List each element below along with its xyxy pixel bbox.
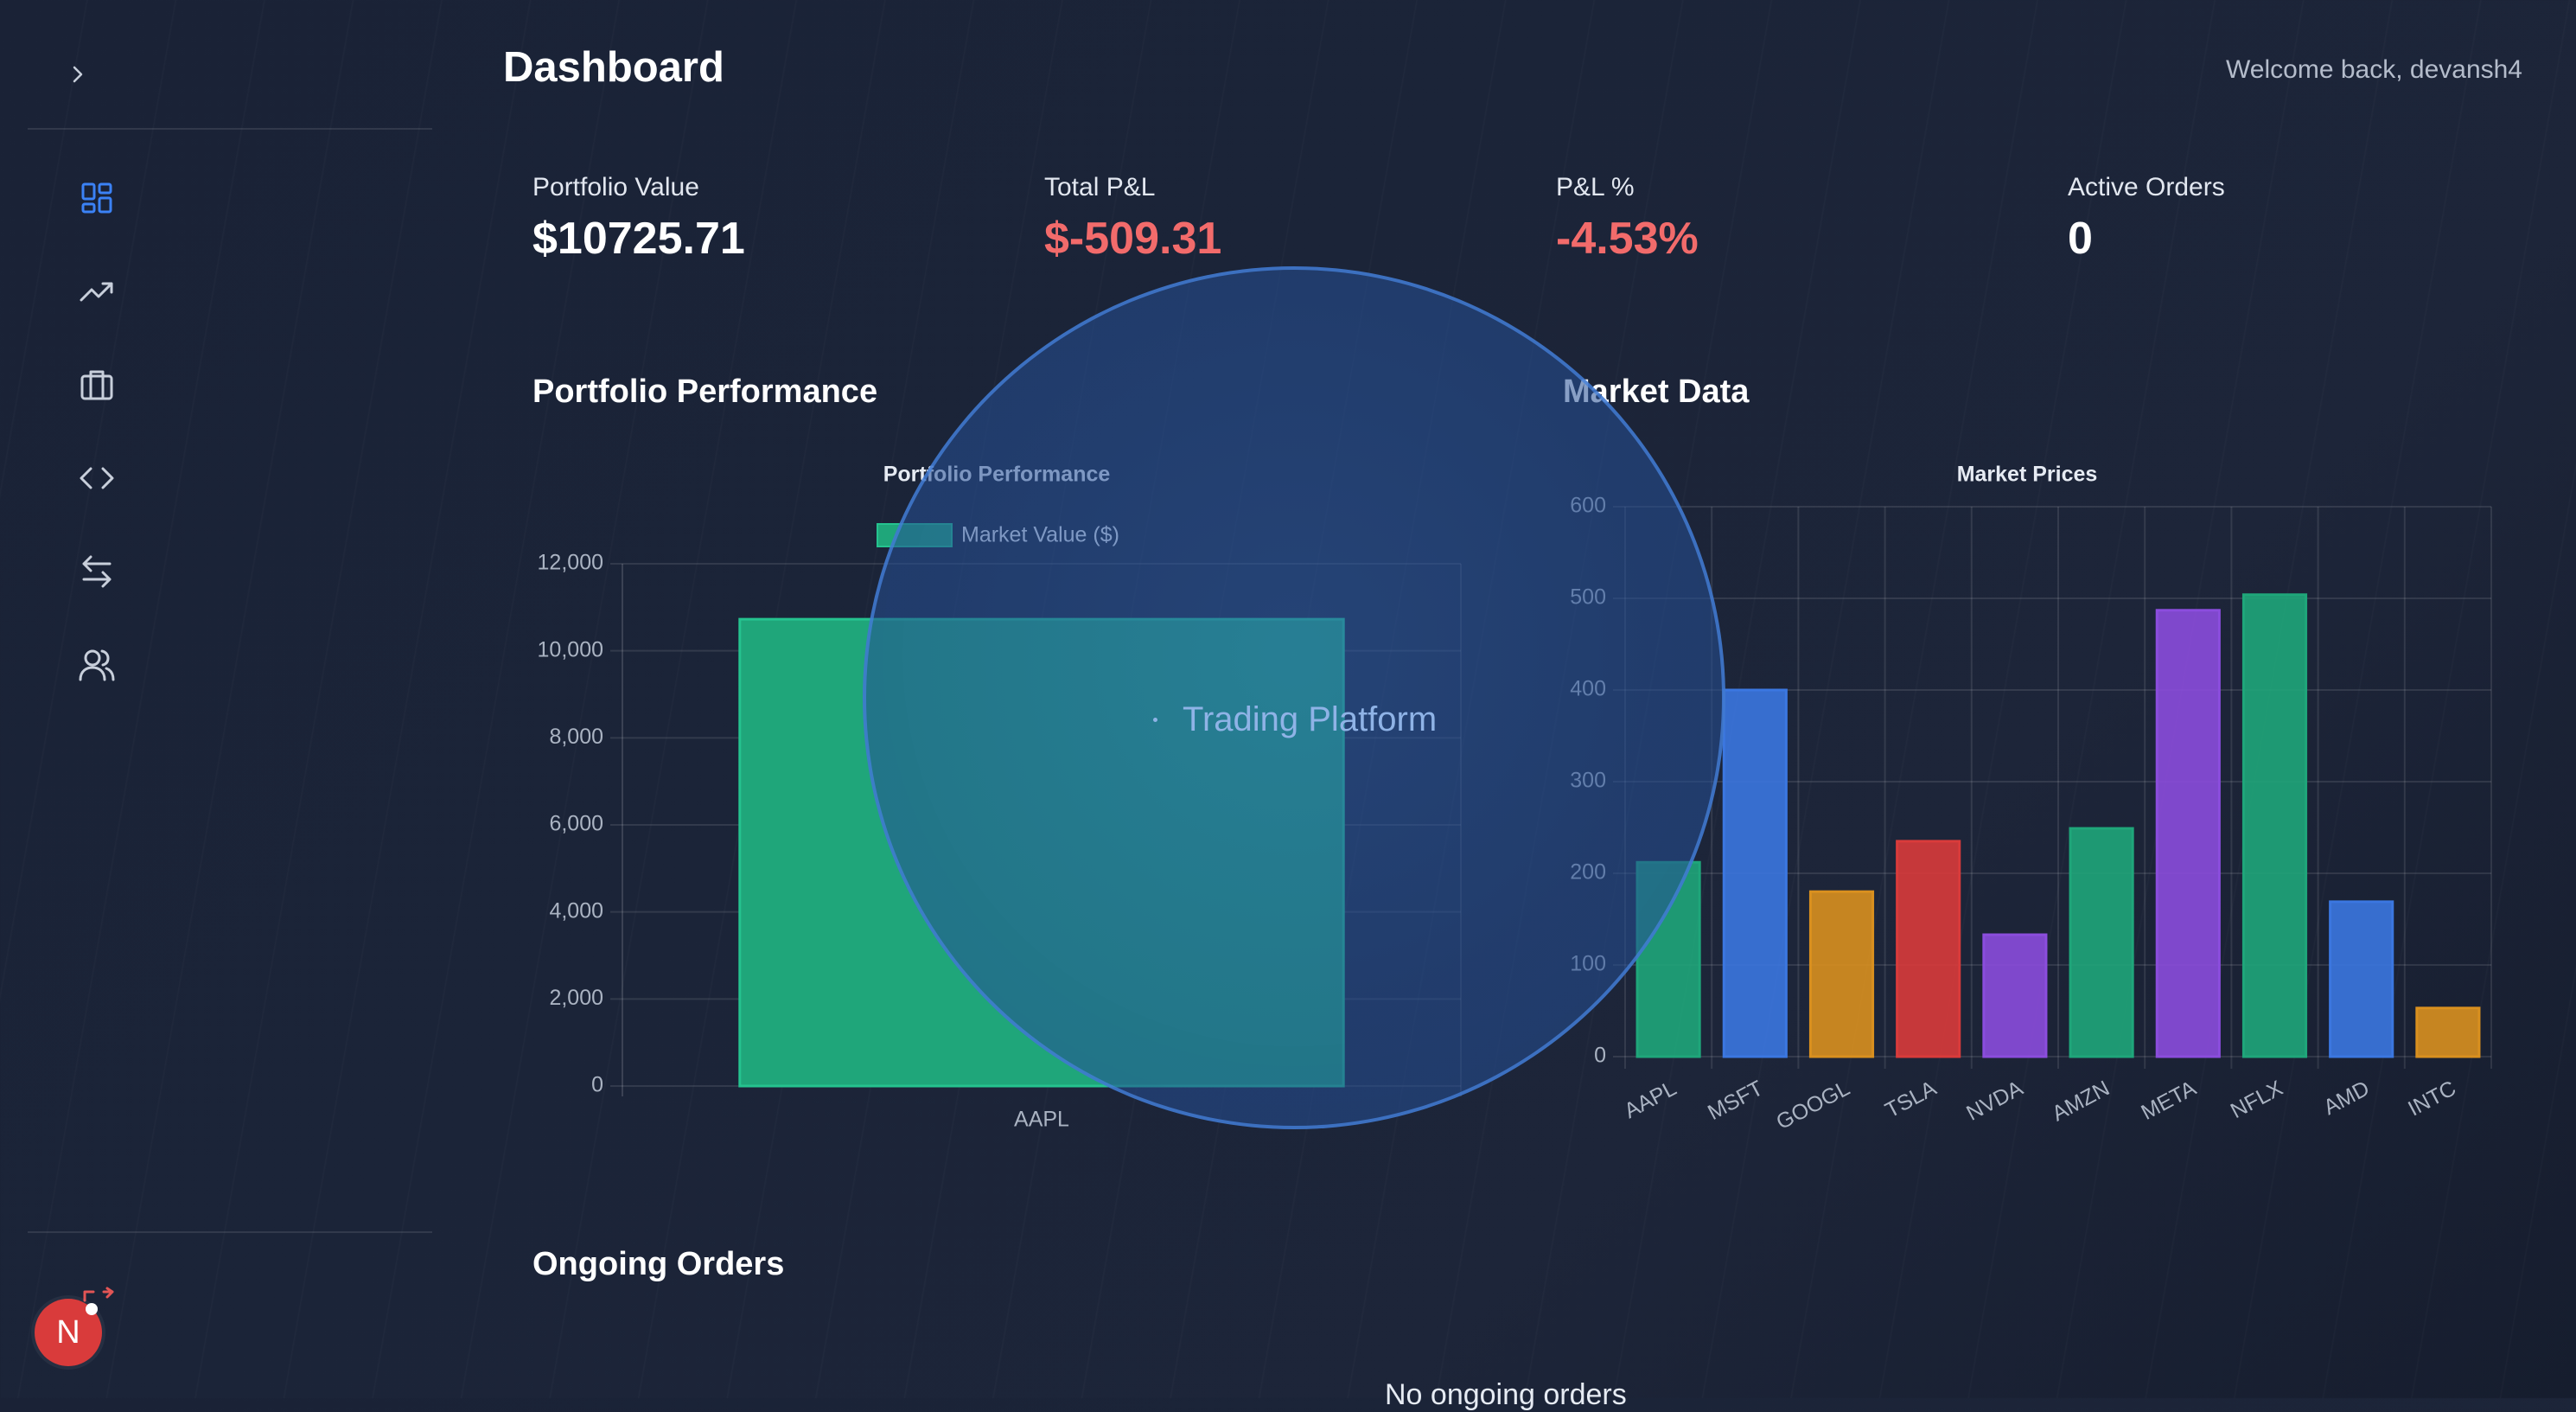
x-tick-label: AAPL bbox=[1620, 1076, 1680, 1123]
ongoing-orders-title: Ongoing Orders bbox=[532, 1246, 785, 1282]
portfolio-performance-title: Portfolio Performance bbox=[532, 374, 878, 410]
stat-value: $-509.31 bbox=[1044, 214, 1222, 264]
bar bbox=[2155, 609, 2221, 1058]
y-tick-label: 500 bbox=[1570, 585, 1606, 610]
chart-title: Market Prices bbox=[1957, 463, 2098, 487]
sidebar-item-portfolio[interactable] bbox=[69, 357, 124, 412]
stat-label: Total P&L bbox=[1044, 173, 1156, 201]
stat-label: Active Orders bbox=[2068, 173, 2225, 201]
sidebar-toggle-button[interactable] bbox=[61, 57, 95, 92]
chevron-right-icon bbox=[73, 66, 83, 83]
sidebar-item-transfer[interactable] bbox=[69, 544, 124, 599]
x-tick-label: AAPL bbox=[1014, 1108, 1069, 1132]
stat-value: 0 bbox=[2068, 214, 2093, 264]
bar bbox=[1722, 688, 1788, 1058]
y-tick-label: 6,000 bbox=[549, 812, 603, 836]
bar bbox=[1982, 933, 2048, 1058]
chart-title: Portfolio Performance bbox=[883, 463, 1111, 487]
bar bbox=[2329, 900, 2394, 1058]
bar bbox=[2415, 1006, 2481, 1058]
users-icon bbox=[79, 649, 115, 681]
legend-label: Market Value ($) bbox=[961, 523, 1119, 547]
code-icon bbox=[80, 467, 114, 489]
sidebar-divider-top bbox=[28, 128, 432, 130]
y-tick-label: 2,000 bbox=[549, 986, 603, 1010]
y-tick-label: 400 bbox=[1570, 677, 1606, 701]
y-tick-label: 100 bbox=[1570, 952, 1606, 976]
y-tick-label: 10,000 bbox=[538, 637, 603, 661]
y-tick-label: 300 bbox=[1570, 769, 1606, 793]
y-tick-label: 12,000 bbox=[538, 551, 603, 575]
stat-total-pnl: Total P&L $-509.31 bbox=[1044, 173, 1221, 265]
trending-up-icon bbox=[80, 282, 113, 302]
sidebar-item-trending[interactable] bbox=[69, 264, 124, 319]
y-tick-label: 0 bbox=[591, 1073, 603, 1097]
x-tick-label: GOOGL bbox=[1772, 1076, 1853, 1134]
stat-value: -4.53% bbox=[1556, 214, 1699, 264]
stat-label: Portfolio Value bbox=[532, 173, 699, 201]
x-tick-label: NVDA bbox=[1962, 1076, 2027, 1125]
stat-value: $10725.71 bbox=[532, 214, 745, 264]
bar bbox=[738, 617, 1345, 1088]
page-title: Dashboard bbox=[503, 44, 724, 91]
y-tick-label: 200 bbox=[1570, 860, 1606, 885]
stat-label: P&L % bbox=[1556, 173, 1635, 201]
dashboard-icon bbox=[81, 182, 112, 214]
x-tick-label: META bbox=[2137, 1076, 2200, 1125]
sidebar-item-users[interactable] bbox=[69, 637, 124, 693]
welcome-message: Welcome back, devansh4 bbox=[2226, 55, 2522, 84]
stat-portfolio-value: Portfolio Value $10725.71 bbox=[532, 173, 745, 265]
bar bbox=[2069, 827, 2134, 1058]
sidebar-item-dashboard[interactable] bbox=[69, 170, 124, 226]
avatar-initial: N bbox=[56, 1313, 80, 1351]
y-tick-label: 600 bbox=[1570, 494, 1606, 518]
overlay-label: Trading Platform bbox=[1183, 700, 1438, 738]
stat-pnl-percent: P&L % -4.53% bbox=[1556, 173, 1699, 265]
orders-empty-message: No ongoing orders bbox=[1385, 1378, 1627, 1411]
market-data-title: Market Data bbox=[1563, 374, 1750, 410]
bar bbox=[1808, 890, 1875, 1058]
portfolio-performance-chart: Portfolio Performance Market Value ($) 0 2,… bbox=[538, 463, 1462, 1132]
x-tick-label: AMZN bbox=[2048, 1076, 2114, 1126]
bar bbox=[2241, 593, 2308, 1058]
x-tick-label: AMD bbox=[2319, 1076, 2373, 1120]
x-tick-label: MSFT bbox=[1704, 1076, 1767, 1125]
stat-active-orders: Active Orders 0 bbox=[2068, 173, 2225, 265]
overlay-dot bbox=[1153, 718, 1157, 722]
y-tick-label: 8,000 bbox=[549, 725, 603, 749]
market-prices-chart: Market Prices 0 100 200 300 400 500 600 AAPL MSFT… bbox=[1570, 463, 2492, 1134]
legend-swatch bbox=[877, 523, 953, 547]
avatar-status-dot bbox=[86, 1303, 98, 1315]
briefcase-icon bbox=[80, 370, 113, 400]
x-tick-label: INTC bbox=[2404, 1076, 2460, 1121]
y-tick-label: 4,000 bbox=[549, 898, 603, 923]
sidebar-divider-bottom bbox=[28, 1231, 432, 1233]
sidebar-item-code[interactable] bbox=[69, 450, 124, 506]
x-tick-label: NFLX bbox=[2227, 1076, 2287, 1123]
arrows-exchange-icon bbox=[82, 555, 112, 588]
sidebar: N bbox=[0, 0, 432, 1398]
x-tick-label: TSLA bbox=[1881, 1076, 1941, 1122]
bar bbox=[1636, 860, 1701, 1058]
bar bbox=[1896, 840, 1961, 1058]
y-tick-label: 0 bbox=[1594, 1044, 1606, 1068]
